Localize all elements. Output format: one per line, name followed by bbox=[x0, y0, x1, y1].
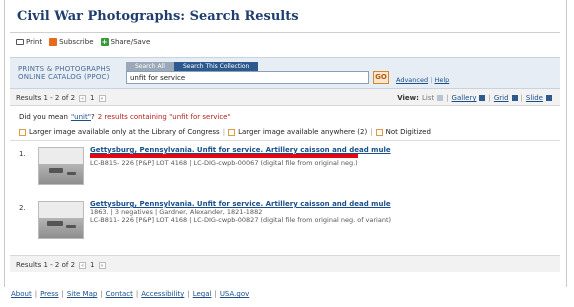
footer-link-site-map[interactable]: Site Map bbox=[67, 290, 97, 298]
result-meta-line: LC-B815- 226 [P&P] LOT 4168 | LC-DIG-cwp… bbox=[90, 159, 358, 167]
view-separator: | bbox=[520, 94, 523, 102]
next-page-button[interactable]: » bbox=[98, 94, 106, 102]
footer-separator: | bbox=[100, 290, 103, 298]
print-link[interactable]: Print bbox=[16, 38, 42, 46]
footer-separator: | bbox=[187, 290, 190, 298]
footer-link-contact[interactable]: Contact bbox=[106, 290, 133, 298]
slide-view-icon[interactable] bbox=[546, 95, 552, 101]
footer-separator: | bbox=[214, 290, 217, 298]
view-gallery[interactable]: Gallery bbox=[452, 94, 477, 102]
footer-link-about[interactable]: About bbox=[11, 290, 32, 298]
footer-separator: | bbox=[61, 290, 64, 298]
footer-link-press[interactable]: Press bbox=[40, 290, 58, 298]
result-thumbnail[interactable] bbox=[38, 147, 84, 185]
share-save-link[interactable]: + Share/Save bbox=[100, 38, 151, 46]
view-switcher: View: List | Gallery | Grid | Slide bbox=[397, 94, 552, 102]
go-button[interactable]: GO bbox=[373, 71, 389, 84]
print-label: Print bbox=[26, 38, 43, 46]
result-thumbnail[interactable] bbox=[38, 201, 84, 239]
view-list: List bbox=[421, 94, 435, 102]
site-footer: About | Press | Site Map | Contact | Acc… bbox=[11, 290, 249, 298]
search-input[interactable] bbox=[126, 71, 369, 84]
result-meta: LC-B815- 226 [P&P] LOT 4168 | LC-DIG-cwp… bbox=[90, 159, 358, 167]
tab-search-all[interactable]: Search All bbox=[126, 62, 174, 71]
result-title-link[interactable]: Gettysburg, Pennsylvania. Unfit for serv… bbox=[90, 146, 391, 154]
footer-separator: | bbox=[135, 290, 139, 298]
filter-label-loc-only: Larger image available only at the Libra… bbox=[29, 128, 220, 136]
subscribe-label: Subscribe bbox=[59, 38, 94, 46]
next-page-button[interactable]: » bbox=[98, 261, 106, 269]
view-separator: | bbox=[446, 94, 449, 102]
footer-separator: | bbox=[34, 290, 38, 298]
thumbnail-sky bbox=[39, 202, 83, 219]
rss-icon bbox=[49, 38, 58, 46]
results-bar-top: Results 1 - 2 of 2 « 1 » View: List | Ga… bbox=[10, 89, 560, 106]
page-title: Civil War Photographs: Search Results bbox=[17, 9, 299, 24]
filter-checkbox-loc-only[interactable] bbox=[19, 128, 26, 136]
gallery-view-icon[interactable] bbox=[479, 95, 486, 101]
did-you-mean: Did you mean "unit"? 2 results containin… bbox=[19, 113, 231, 121]
filter-checkbox-anywhere[interactable] bbox=[228, 128, 236, 136]
view-slide[interactable]: Slide bbox=[526, 94, 543, 102]
filter-separator: | bbox=[370, 128, 373, 136]
result-meta: 1863. | 3 negatives | Gardner, Alexander… bbox=[90, 208, 391, 224]
footer-link-legal[interactable]: Legal bbox=[193, 290, 212, 298]
view-label: View: bbox=[397, 94, 419, 102]
print-icon bbox=[16, 39, 24, 45]
results-count-area: Results 1 - 2 of 2 « 1 » bbox=[16, 94, 106, 102]
search-panel: PRINTS & PHOTOGRAPHS ONLINE CATALOG (PPO… bbox=[10, 57, 560, 89]
results-count: Results 1 - 2 of 2 bbox=[16, 261, 76, 269]
results-count-area: Results 1 - 2 of 2 « 1 » bbox=[16, 261, 106, 269]
suggestion-link[interactable]: "unit" bbox=[71, 113, 91, 121]
suggestion-hint: 2 results containing "unfit for service" bbox=[97, 113, 231, 121]
result-meta-line: LC-B811- 226 [P&P] LOT 4168 | LC-DIG-cwp… bbox=[90, 216, 392, 224]
share-plus-icon: + bbox=[100, 38, 109, 46]
highlight-bar bbox=[90, 154, 358, 158]
footer-link-accessibility[interactable]: Accessibility bbox=[141, 290, 184, 298]
search-links: Advanced | Help bbox=[396, 76, 449, 84]
result-number: 2. bbox=[19, 204, 26, 212]
catalog-name: PRINTS & PHOTOGRAPHS ONLINE CATALOG (PPO… bbox=[18, 65, 111, 81]
search-scope-tabs: Search All Search This Collection bbox=[126, 62, 259, 71]
advanced-search-link[interactable]: Advanced bbox=[396, 76, 428, 84]
result-number: 1. bbox=[19, 150, 26, 158]
thumbnail-caisson bbox=[47, 221, 63, 226]
suggestion-suffix: ? bbox=[90, 113, 95, 121]
share-toolbar: Print Subscribe + Share/Save bbox=[16, 38, 150, 46]
help-link[interactable]: Help bbox=[434, 76, 449, 84]
thumbnail-sky bbox=[39, 148, 83, 165]
link-separator: | bbox=[430, 76, 433, 84]
tab-search-collection[interactable]: Search This Collection bbox=[173, 62, 259, 71]
catalog-name-line1: PRINTS & PHOTOGRAPHS bbox=[18, 65, 111, 73]
page-number: 1 bbox=[90, 261, 95, 269]
prev-page-button[interactable]: « bbox=[79, 261, 87, 269]
page-number: 1 bbox=[90, 94, 95, 102]
filter-label-anywhere: Larger image available anywhere (2) bbox=[238, 128, 368, 136]
filter-label-not-digitized: Not Digitized bbox=[385, 128, 431, 136]
grid-view-icon[interactable] bbox=[511, 95, 518, 101]
subscribe-link[interactable]: Subscribe bbox=[49, 38, 94, 46]
availability-filters: Larger image available only at the Libra… bbox=[19, 128, 431, 136]
prev-page-button[interactable]: « bbox=[79, 94, 87, 102]
result-title-link[interactable]: Gettysburg, Pennsylvania. Unfit for serv… bbox=[90, 200, 391, 208]
results-bar-bottom: Results 1 - 2 of 2 « 1 » bbox=[10, 255, 560, 272]
share-save-label: Share/Save bbox=[110, 38, 151, 46]
footer-link-usa-gov[interactable]: USA.gov bbox=[220, 290, 249, 298]
filter-checkbox-not-digitized[interactable] bbox=[375, 128, 383, 136]
results-count: Results 1 - 2 of 2 bbox=[16, 94, 76, 102]
view-grid[interactable]: Grid bbox=[494, 94, 509, 102]
thumbnail-mule bbox=[66, 225, 76, 228]
filters-divider bbox=[10, 140, 560, 141]
thumbnail-caisson bbox=[49, 168, 63, 173]
thumbnail-mule bbox=[67, 172, 76, 175]
list-view-icon bbox=[437, 95, 444, 101]
suggestion-prefix: Did you mean bbox=[19, 113, 68, 121]
catalog-name-line2: ONLINE CATALOG (PPOC) bbox=[18, 73, 110, 81]
title-divider bbox=[10, 32, 560, 33]
result-meta-line: 1863. | 3 negatives | Gardner, Alexander… bbox=[90, 208, 263, 216]
view-separator: | bbox=[488, 94, 491, 102]
filter-separator: | bbox=[222, 128, 226, 136]
